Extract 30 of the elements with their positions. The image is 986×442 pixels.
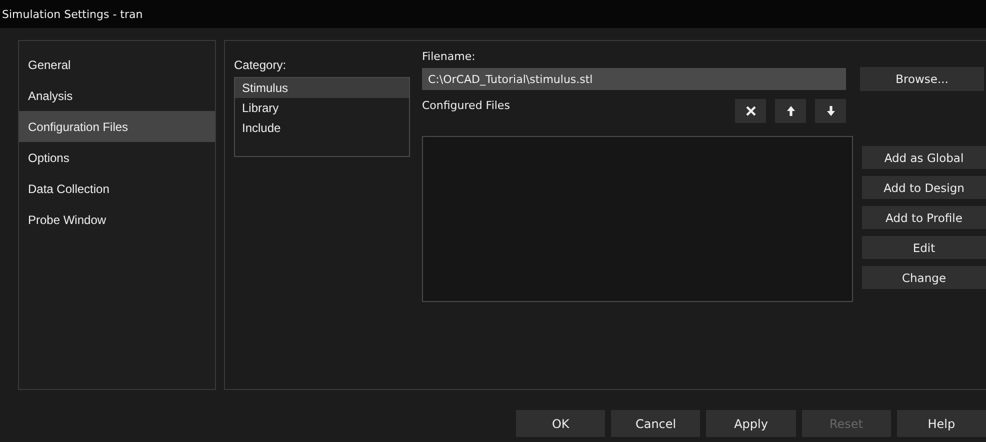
side-button[interactable]: Add to Profile — [862, 206, 986, 229]
dialog-button[interactable]: Help — [896, 410, 986, 437]
sidebar-item[interactable]: Configuration Files — [19, 111, 215, 142]
dialog-button[interactable]: Cancel — [611, 410, 700, 437]
filename-field[interactable]: C:\OrCAD_Tutorial\stimulus.stl — [422, 68, 846, 90]
side-button[interactable]: Add to Design — [862, 176, 986, 199]
side-button[interactable]: Add as Global — [862, 146, 986, 169]
sidebar-item[interactable]: General — [19, 49, 215, 80]
up-arrow-button[interactable] — [775, 99, 806, 123]
side-button[interactable]: Edit — [862, 236, 986, 259]
sidebar-item[interactable]: Data Collection — [19, 173, 215, 204]
category-item[interactable]: Library — [235, 98, 409, 118]
sidebar-item[interactable]: Probe Window — [19, 204, 215, 235]
delete-icon — [744, 105, 756, 117]
filename-label: Filename: — [422, 50, 476, 64]
category-item[interactable]: Include — [235, 118, 409, 138]
browse-button[interactable]: Browse... — [860, 67, 984, 91]
sidebar-item[interactable]: Options — [19, 142, 215, 173]
side-button[interactable]: Change — [862, 266, 986, 289]
window-title: Simulation Settings - tran — [2, 8, 143, 20]
delete-button[interactable] — [735, 99, 766, 123]
category-item[interactable]: Stimulus — [235, 78, 409, 98]
configured-files-label: Configured Files — [422, 99, 511, 112]
up-arrow-icon — [784, 105, 796, 117]
category-label: Category: — [234, 57, 288, 74]
down-arrow-icon — [824, 105, 836, 117]
dialog-button[interactable]: Apply — [706, 410, 796, 437]
down-arrow-button[interactable] — [815, 99, 846, 123]
dialog-button[interactable]: OK — [516, 410, 606, 437]
sidebar-item[interactable]: Analysis — [19, 80, 215, 111]
